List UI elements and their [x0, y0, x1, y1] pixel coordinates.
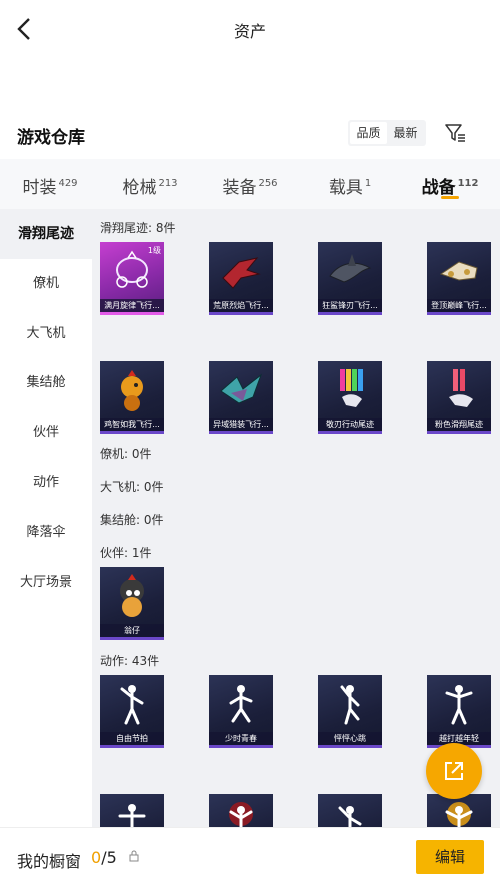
pink-trail-icon — [449, 369, 473, 407]
item-name: 狂鲨锋刃飞行... — [318, 299, 382, 312]
item-name: 翁仔 — [100, 624, 164, 637]
chicken-glider-icon — [121, 370, 143, 411]
item-card[interactable]: 翁仔 — [100, 567, 164, 640]
item-art — [100, 794, 164, 827]
chick-partner-icon — [120, 574, 144, 617]
dance-pose-icon — [229, 685, 253, 723]
item-art — [318, 794, 382, 827]
dance-pose-icon — [338, 806, 362, 827]
item-card[interactable]: 鸡智如我飞行... — [100, 361, 164, 434]
item-name: 敬刃行动尾迹 — [318, 418, 382, 431]
item-art — [427, 794, 491, 827]
header: 资产 — [0, 0, 500, 60]
tab-guns[interactable]: 枪械 213 — [100, 159, 200, 209]
item-card[interactable]: 怦怦心跳 — [318, 675, 382, 748]
item-name: 怦怦心跳 — [318, 732, 382, 745]
tab-count: 112 — [457, 178, 479, 189]
item-card[interactable]: 登顶巅峰飞行... — [427, 242, 491, 315]
sidebar-item-partner[interactable]: 伙伴 — [0, 408, 92, 458]
item-card[interactable] — [318, 794, 382, 827]
item-grid: 滑翔尾迹: 8件 1级 满月旋律飞行... 荒原烈焰飞行... 狂鲨锋刃飞行..… — [92, 209, 500, 827]
dragon-glider-icon — [222, 257, 261, 289]
item-card[interactable]: 越打越年轻 — [427, 675, 491, 748]
sidebar-item-lobby-scene[interactable]: 大厅场景 — [0, 558, 92, 608]
item-card[interactable]: 自由节拍 — [100, 675, 164, 748]
jet-glider-icon — [439, 261, 478, 281]
item-card[interactable]: 粉色滑翔尾迹 — [427, 361, 491, 434]
item-name: 鸡智如我飞行... — [100, 418, 164, 431]
item-card[interactable]: 狂鲨锋刃飞行... — [318, 242, 382, 315]
group-label-action: 动作: 43件 — [100, 654, 160, 668]
filter-icon[interactable] — [443, 121, 467, 145]
dance-pose-icon — [445, 802, 473, 827]
item-name: 登顶巅峰飞行... — [427, 299, 491, 312]
item-name: 少时青春 — [209, 732, 273, 745]
share-button[interactable] — [426, 743, 482, 799]
item-card[interactable] — [209, 794, 273, 827]
tab-label: 战备 — [421, 178, 456, 198]
group-label-capsule: 集结舱: 0件 — [100, 513, 164, 527]
tab-count: 1 — [364, 178, 372, 189]
dance-pose-icon — [120, 685, 144, 725]
sidebar-item-capsule[interactable]: 集结舱 — [0, 358, 92, 408]
shark-glider-icon — [329, 254, 372, 283]
tab-fashion[interactable]: 时装 429 — [0, 159, 100, 209]
tab-vehicles[interactable]: 载具 1 — [300, 159, 400, 209]
item-card[interactable] — [427, 794, 491, 827]
dance-pose-icon — [118, 804, 146, 827]
bottom-bar: 我的橱窗 0/5 编辑 — [0, 827, 500, 885]
item-card[interactable]: 少时青春 — [209, 675, 273, 748]
item-card[interactable]: 1级 满月旋律飞行... — [100, 242, 164, 315]
tab-label: 时装 — [22, 178, 57, 198]
group-label-plane: 大飞机: 0件 — [100, 480, 164, 494]
share-icon — [445, 762, 463, 780]
dance-pose-icon — [229, 802, 253, 827]
tab-equipment[interactable]: 装备 256 — [200, 159, 300, 209]
sidebar-item-wingman[interactable]: 僚机 — [0, 259, 92, 309]
sidebar-item-big-plane[interactable]: 大飞机 — [0, 309, 92, 359]
tab-count: 213 — [158, 178, 178, 189]
edit-button[interactable]: 编辑 — [416, 840, 484, 874]
showcase-label: 我的橱窗 — [17, 852, 82, 871]
item-name: 异域猎装飞行... — [209, 418, 273, 431]
group-label-trail: 滑翔尾迹: 8件 — [100, 221, 176, 235]
tab-count: 256 — [258, 178, 278, 189]
tab-label: 枪械 — [122, 178, 157, 198]
wing-glider-icon — [220, 373, 263, 404]
item-name: 自由节拍 — [100, 732, 164, 745]
sort-latest-button[interactable]: 最新 — [387, 122, 424, 144]
item-art — [209, 794, 273, 827]
rainbow-trail-icon — [340, 369, 363, 407]
item-card[interactable] — [100, 794, 164, 827]
tab-label: 载具 — [328, 178, 363, 198]
item-card[interactable]: 异域猎装飞行... — [209, 361, 273, 434]
group-label-wingman: 僚机: 0件 — [100, 447, 152, 461]
showcase-count: 0/5 — [91, 848, 117, 867]
warehouse-title: 游戏仓库 — [17, 128, 85, 148]
tab-count: 429 — [58, 178, 78, 189]
item-level: 1级 — [147, 246, 161, 255]
item-card[interactable]: 荒原烈焰飞行... — [209, 242, 273, 315]
lock-icon — [129, 850, 139, 862]
sidebar-item-action[interactable]: 动作 — [0, 458, 92, 508]
page-title: 资产 — [233, 22, 266, 41]
showcase-current: 0 — [91, 848, 102, 867]
item-card[interactable]: 敬刃行动尾迹 — [318, 361, 382, 434]
sort-toggle: 品质 最新 — [348, 120, 426, 146]
group-label-partner: 伙伴: 1件 — [100, 546, 152, 560]
item-name: 粉色滑翔尾迹 — [427, 418, 491, 431]
item-name: 荒原烈焰飞行... — [209, 299, 273, 312]
sidebar: 滑翔尾迹 僚机 大飞机 集结舱 伙伴 动作 降落伞 大厅场景 — [0, 209, 92, 885]
sidebar-item-glide-trail[interactable]: 滑翔尾迹 — [0, 209, 92, 259]
sidebar-item-parachute[interactable]: 降落伞 — [0, 508, 92, 558]
category-tabs: 时装 429 枪械 213 装备 256 载具 1 战备 112 — [0, 159, 500, 209]
sort-quality-button[interactable]: 品质 — [350, 122, 387, 144]
dance-pose-icon — [340, 685, 360, 725]
showcase-total: /5 — [101, 848, 117, 867]
dance-pose-icon — [445, 685, 473, 725]
tab-label: 装备 — [222, 178, 257, 198]
tab-battle-gear[interactable]: 战备 112 — [400, 159, 500, 209]
tab-active-indicator — [441, 196, 459, 199]
item-name: 满月旋律飞行... — [100, 299, 164, 312]
